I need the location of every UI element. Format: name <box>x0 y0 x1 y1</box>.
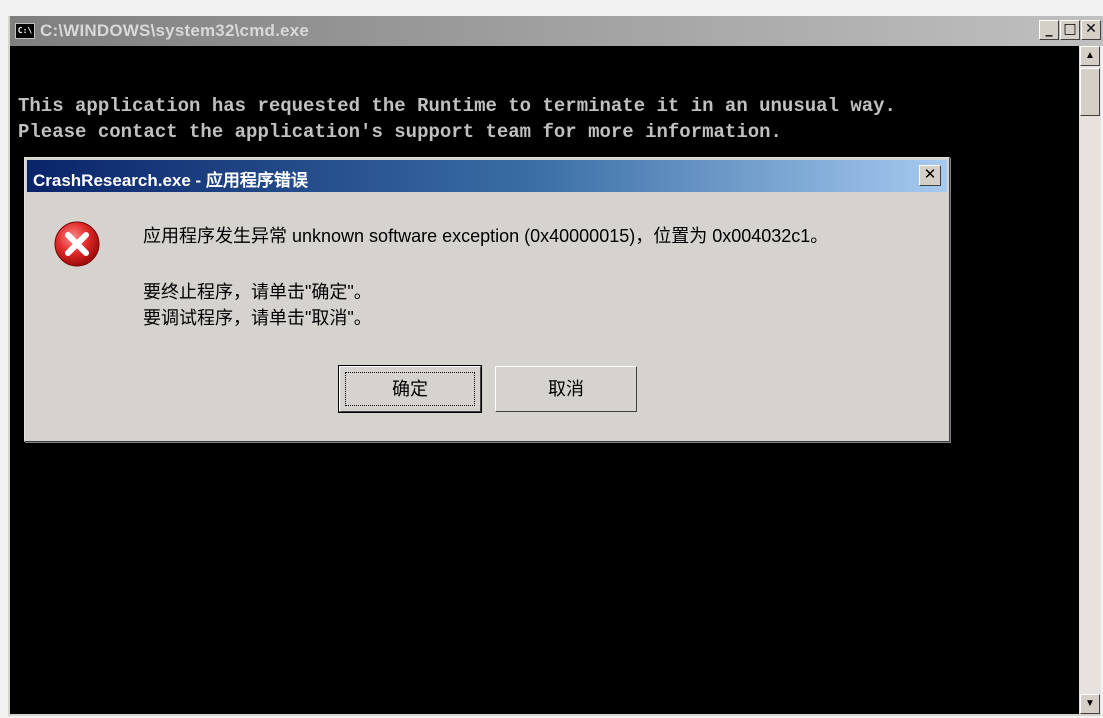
error-message: 应用程序发生异常 unknown software exception (0x4… <box>143 226 829 246</box>
terminate-instruction: 要终止程序，请单击"确定"。 <box>143 282 372 302</box>
dialog-close-button[interactable]: ✕ <box>919 165 941 186</box>
dialog-title: CrashResearch.exe - 应用程序错误 <box>33 171 308 190</box>
scroll-thumb[interactable] <box>1080 68 1100 116</box>
scroll-down-arrow-icon[interactable]: ▼ <box>1080 694 1100 714</box>
focus-rectangle <box>345 372 475 406</box>
error-icon <box>54 221 100 267</box>
dialog-titlebar[interactable]: CrashResearch.exe - 应用程序错误 ✕ <box>27 160 947 192</box>
cmd-titlebar[interactable]: C:\ C:\WINDOWS\system32\cmd.exe _ □ ✕ <box>10 16 1103 46</box>
minimize-button[interactable]: _ <box>1039 20 1059 40</box>
debug-instruction: 要调试程序，请单击"取消"。 <box>143 308 372 328</box>
cmd-window-title: C:\WINDOWS\system32\cmd.exe <box>40 21 309 40</box>
window-controls: _ □ ✕ <box>1038 20 1101 40</box>
console-line: This application has requested the Runti… <box>18 95 896 117</box>
console-line: Please contact the application's support… <box>18 121 782 143</box>
cancel-button-label: 取消 <box>548 379 584 399</box>
scroll-up-arrow-icon[interactable]: ▲ <box>1080 46 1100 66</box>
close-button[interactable]: ✕ <box>1081 20 1101 40</box>
cmd-app-icon: C:\ <box>15 23 35 39</box>
error-dialog: CrashResearch.exe - 应用程序错误 ✕ 应用程序发生异常 un… <box>24 157 950 442</box>
maximize-button[interactable]: □ <box>1060 20 1080 40</box>
cancel-button[interactable]: 取消 <box>495 366 637 412</box>
vertical-scrollbar[interactable]: ▲ ▼ <box>1079 46 1101 714</box>
ok-button[interactable]: 确定 <box>338 365 482 413</box>
